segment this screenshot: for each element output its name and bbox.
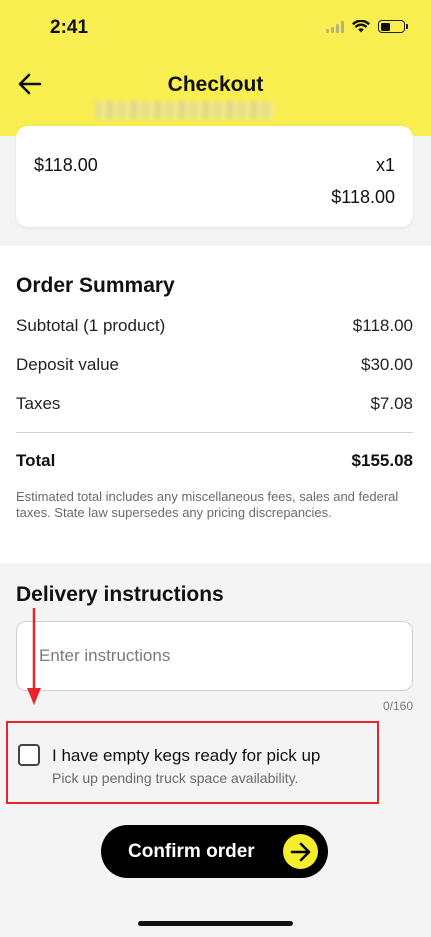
empty-kegs-subtext: Pick up pending truck space availability… [52,770,299,786]
summary-row-value: $7.08 [370,394,413,413]
battery-icon [378,20,408,33]
cellular-signal-icon [326,20,344,33]
order-summary-title: Order Summary [16,274,175,297]
product-price: $118.00 [34,155,98,175]
total-value: $155.08 [351,451,413,470]
confirm-order-label: Confirm order [128,841,255,862]
product-card: $118.00 x1 $118.00 [16,126,413,227]
order-summary: Order Summary Subtotal (1 product) $118.… [0,246,431,563]
summary-row-label: Deposit value [16,355,120,374]
summary-row-deposit: Deposit value $30.00 [16,355,413,375]
character-counter: 0/160 [382,699,413,713]
empty-kegs-label[interactable]: I have empty kegs ready for pick up [52,746,320,766]
redacted-subtitle [95,101,275,119]
page-title: Checkout [167,73,264,96]
summary-row-subtotal: Subtotal (1 product) $118.00 [16,316,413,336]
empty-kegs-checkbox[interactable] [18,744,40,766]
summary-divider [16,432,413,433]
summary-row-label: Taxes [16,394,61,413]
status-time: 2:41 [50,17,89,38]
annotation-arrow-down-icon [27,608,41,705]
summary-row-value: $118.00 [352,316,413,335]
home-indicator [138,921,293,926]
product-line-total: $118.00 [331,187,395,207]
summary-row-value: $30.00 [361,355,413,374]
arrow-right-circle-icon [283,834,318,869]
app-header: 2:41 Checkout [0,0,431,136]
confirm-order-button[interactable]: Confirm order [101,825,328,878]
summary-row-taxes: Taxes $7.08 [16,394,413,414]
summary-total-row: Total $155.08 [16,451,413,471]
status-icons [326,20,408,33]
pricing-disclaimer: Estimated total includes any miscellaneo… [16,489,399,520]
wifi-icon [352,20,370,33]
summary-row-label: Subtotal (1 product) [16,316,166,335]
product-quantity: x1 [375,155,395,175]
delivery-instructions-input[interactable] [16,621,413,691]
total-label: Total [16,451,56,470]
delivery-instructions-title: Delivery instructions [16,583,224,606]
